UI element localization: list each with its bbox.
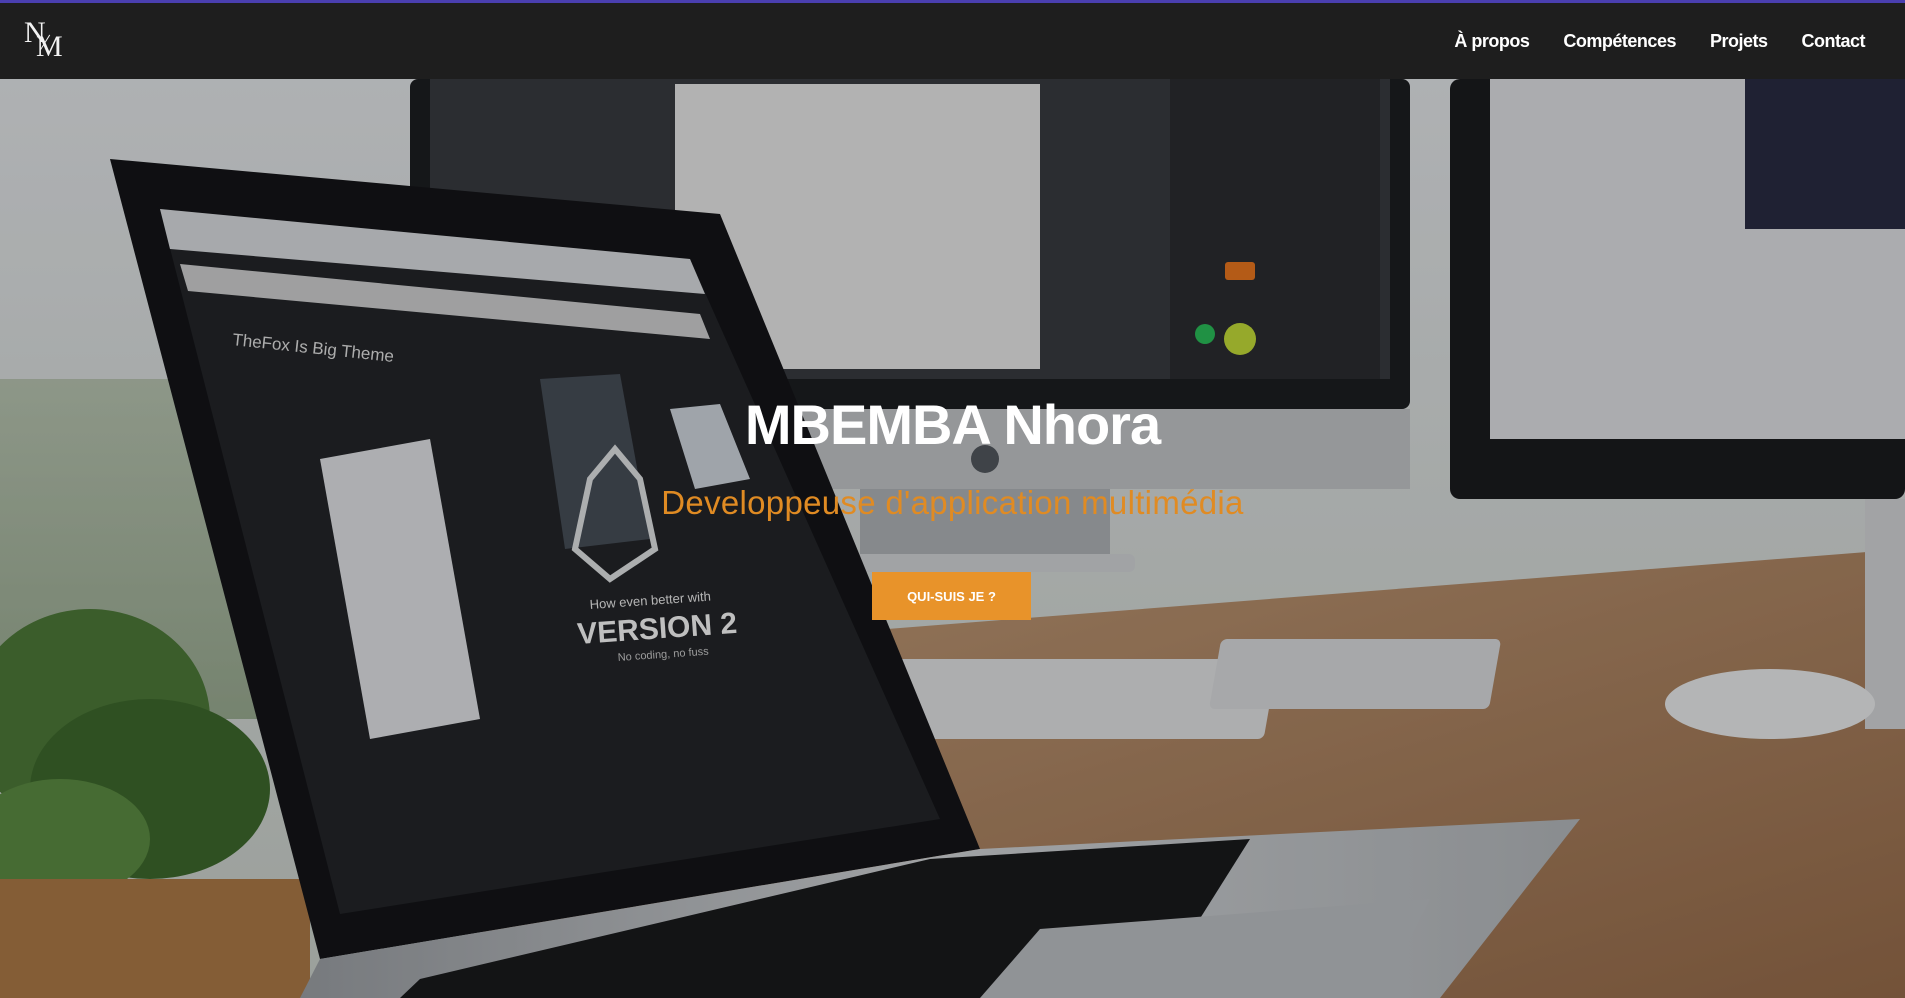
brand-logo[interactable]: N M: [24, 16, 68, 64]
hero-section: TheFox Is Big Theme How even better with…: [0, 79, 1905, 998]
hero-content: MBEMBA Nhora Developpeuse d'application …: [0, 79, 1905, 998]
nav-link-a-propos[interactable]: À propos: [1454, 31, 1530, 52]
navbar: N M À propos Compétences Projets Contact: [0, 0, 1905, 79]
qui-suis-je-button[interactable]: QUI-SUIS JE ?: [872, 572, 1031, 620]
nav-link-projets[interactable]: Projets: [1710, 31, 1768, 52]
hero-subtitle: Developpeuse d'application multimédia: [661, 484, 1244, 521]
hero-title: MBEMBA Nhora: [744, 393, 1161, 456]
main-nav: À propos Compétences Projets Contact: [1420, 31, 1865, 52]
nav-link-contact[interactable]: Contact: [1802, 31, 1866, 52]
logo-letter-m: M: [36, 30, 63, 63]
nav-link-competences[interactable]: Compétences: [1563, 31, 1676, 52]
